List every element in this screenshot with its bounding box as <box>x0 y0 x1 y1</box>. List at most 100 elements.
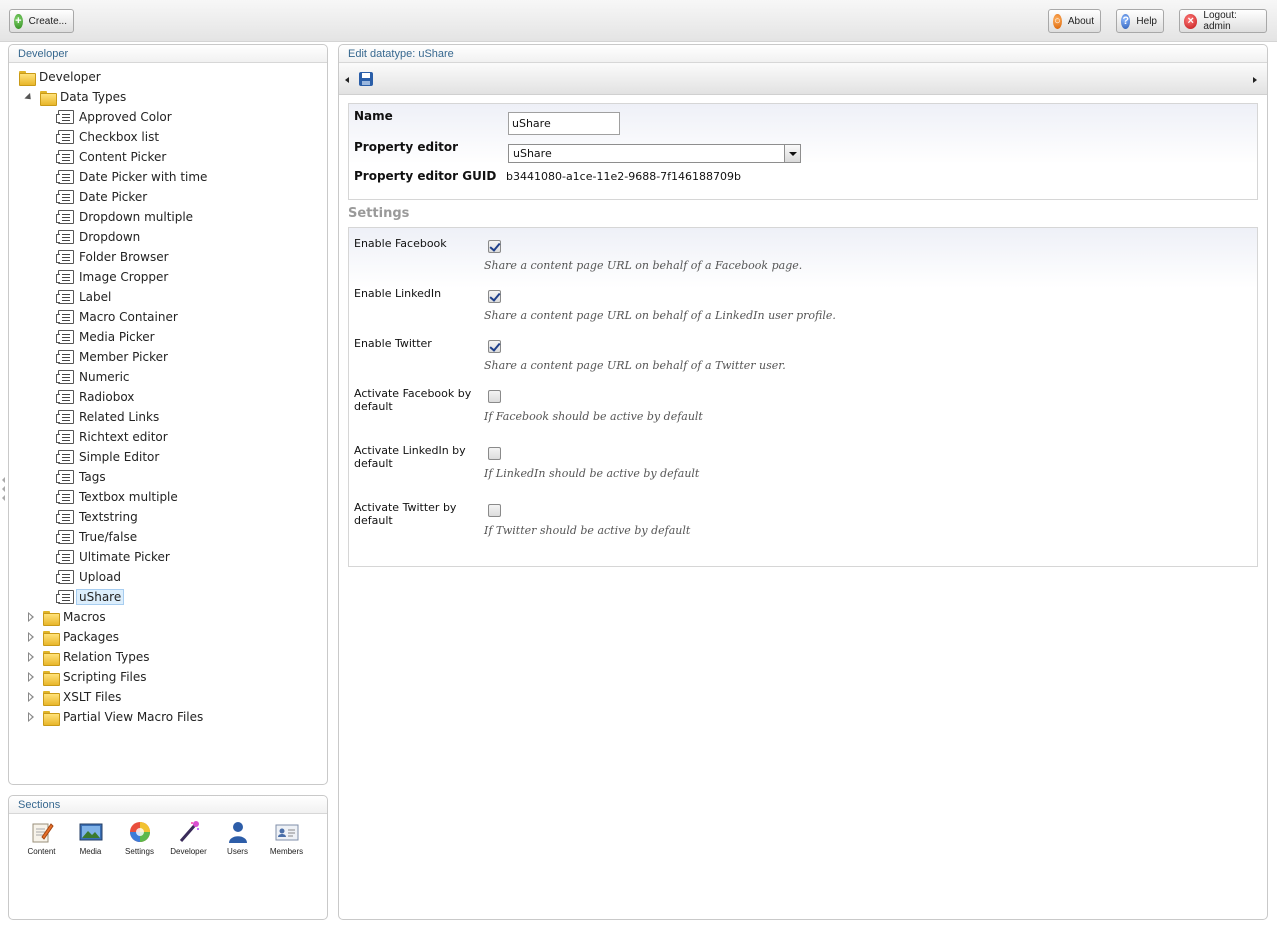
tree-node-datatype[interactable]: Member Picker <box>56 348 168 366</box>
tree-node-folder[interactable]: XSLT Files <box>27 688 121 706</box>
tree-node-folder[interactable]: Scripting Files <box>27 668 147 686</box>
setting-checkbox[interactable] <box>488 290 501 303</box>
expand-arrow-icon[interactable] <box>27 651 36 663</box>
setting-label: Activate LinkedIn by default <box>354 444 466 470</box>
section-label: Media <box>79 847 102 856</box>
tree-node-datatype[interactable]: Radiobox <box>56 388 135 406</box>
expand-arrow-icon[interactable] <box>27 671 36 683</box>
tree-node-label: Member Picker <box>79 350 168 364</box>
setting-label: Activate Facebook by default <box>354 387 471 413</box>
section-users[interactable]: Users <box>213 820 262 856</box>
section-members[interactable]: Members <box>262 820 311 856</box>
expand-arrow-icon[interactable] <box>27 611 36 623</box>
datatype-icon <box>56 150 74 164</box>
datatype-icon <box>56 510 74 524</box>
tree-node-label: Simple Editor <box>79 450 160 464</box>
collapse-arrow-icon[interactable] <box>24 92 34 102</box>
expand-arrow-icon[interactable] <box>27 711 36 723</box>
tree-node-datatype[interactable]: True/false <box>56 528 137 546</box>
setting-checkbox[interactable] <box>488 390 501 403</box>
datatype-icon <box>56 490 74 504</box>
tree-node-datatype[interactable]: Simple Editor <box>56 448 160 466</box>
tree-node-datatype[interactable]: Checkbox list <box>56 128 159 146</box>
datatype-icon <box>56 590 74 604</box>
section-label: Developer <box>170 847 207 856</box>
datatype-icon <box>56 370 74 384</box>
tree-node-datatype[interactable]: Content Picker <box>56 148 166 166</box>
developer-icon <box>179 821 199 842</box>
section-content[interactable]: Content <box>17 820 66 856</box>
scroll-right-icon[interactable] <box>1253 77 1257 83</box>
tree-node-folder[interactable]: Partial View Macro Files <box>27 708 203 726</box>
sections-bar: Content Media Settings Developer Users M… <box>17 820 311 856</box>
panel-resize-handle[interactable] <box>2 477 7 503</box>
tree-node-datatype[interactable]: Textstring <box>56 508 138 526</box>
create-button[interactable]: + Create... <box>9 9 74 33</box>
tree-node-datatype[interactable]: Tags <box>56 468 106 486</box>
property-editor-select[interactable]: uShare <box>508 144 801 163</box>
tree-node-folder[interactable]: Packages <box>27 628 119 646</box>
setting-label-line: default <box>354 514 393 527</box>
tree-node-datatype[interactable]: Dropdown <box>56 228 141 246</box>
tree-node-label: Dropdown <box>79 230 141 244</box>
property-box: Name Property editor uShare Property edi… <box>348 103 1258 200</box>
tree-node-datatype[interactable]: Date Picker <box>56 188 147 206</box>
tree-node-datatype[interactable]: Image Cropper <box>56 268 169 286</box>
settings-box: Enable Facebook Share a content page URL … <box>348 227 1258 567</box>
tree-node-datatype[interactable]: Date Picker with time <box>56 168 207 186</box>
tree-node-label: Upload <box>79 570 122 584</box>
create-label: Create... <box>28 15 67 27</box>
settings-icon <box>129 822 150 842</box>
name-input[interactable] <box>508 112 620 135</box>
tree-node-datatype[interactable]: Folder Browser <box>56 248 169 266</box>
save-icon[interactable] <box>359 72 373 86</box>
datatype-icon <box>56 330 74 344</box>
guid-value: b3441080-a1ce-11e2-9688-7f146188709b <box>506 170 742 183</box>
chevron-down-icon[interactable] <box>784 145 800 162</box>
members-icon <box>275 824 298 841</box>
about-button[interactable]: ○ About <box>1048 9 1101 33</box>
tree-node-folder[interactable]: Relation Types <box>27 648 149 666</box>
tree-node-datatype[interactable]: Approved Color <box>56 108 172 126</box>
tree-node-datatype[interactable]: Related Links <box>56 408 159 426</box>
tree-node-folder[interactable]: Macros <box>27 608 106 626</box>
setting-checkbox[interactable] <box>488 504 501 517</box>
tree-node-datatype[interactable]: Textbox multiple <box>56 488 178 506</box>
sections-panel-title: Sections <box>9 796 327 814</box>
tree-node-datatype[interactable]: Ultimate Picker <box>56 548 170 566</box>
tree-node-data-types[interactable]: Data Types <box>24 88 127 106</box>
folder-icon <box>43 650 60 666</box>
tree-node-datatype[interactable]: Macro Container <box>56 308 178 326</box>
tree-node-datatype[interactable]: Label <box>56 288 112 306</box>
setting-checkbox[interactable] <box>488 340 501 353</box>
logout-button[interactable]: × Logout: admin <box>1179 9 1267 33</box>
expand-arrow-icon[interactable] <box>27 691 36 703</box>
tree-node-datatype[interactable]: Dropdown multiple <box>56 208 193 226</box>
tree-node-label: Tags <box>79 470 106 484</box>
help-button[interactable]: ? Help <box>1116 9 1164 33</box>
editor-panel: Edit datatype: uShare Name Property edit… <box>338 44 1268 920</box>
section-media[interactable]: Media <box>66 820 115 856</box>
section-developer[interactable]: Developer <box>164 820 213 856</box>
tree-root-developer[interactable]: Developer <box>19 68 101 86</box>
expand-arrow-icon[interactable] <box>27 631 36 643</box>
tree-node-datatype[interactable]: uShare <box>56 588 125 606</box>
users-icon <box>228 822 247 843</box>
tree-node-datatype[interactable]: Media Picker <box>56 328 155 346</box>
setting-checkbox[interactable] <box>488 240 501 253</box>
setting-label-line: Activate Twitter by <box>354 501 457 514</box>
tree-node-label: Folder Browser <box>79 250 169 264</box>
scroll-left-icon[interactable] <box>345 77 349 83</box>
tree-node-datatype[interactable]: Numeric <box>56 368 130 386</box>
setting-checkbox[interactable] <box>488 447 501 460</box>
tree-node-datatype[interactable]: Upload <box>56 568 122 586</box>
folder-icon <box>43 630 60 646</box>
tree-node-label: Radiobox <box>79 390 135 404</box>
tree-node-label: Data Types <box>60 90 127 104</box>
tree-node-datatype[interactable]: Richtext editor <box>56 428 168 446</box>
section-label: Content <box>27 847 56 856</box>
section-settings[interactable]: Settings <box>115 820 164 856</box>
tree-node-label: Label <box>79 290 112 304</box>
tree-node-label: Image Cropper <box>79 270 169 284</box>
setting-description: Share a content page URL on behalf of a … <box>484 309 836 322</box>
